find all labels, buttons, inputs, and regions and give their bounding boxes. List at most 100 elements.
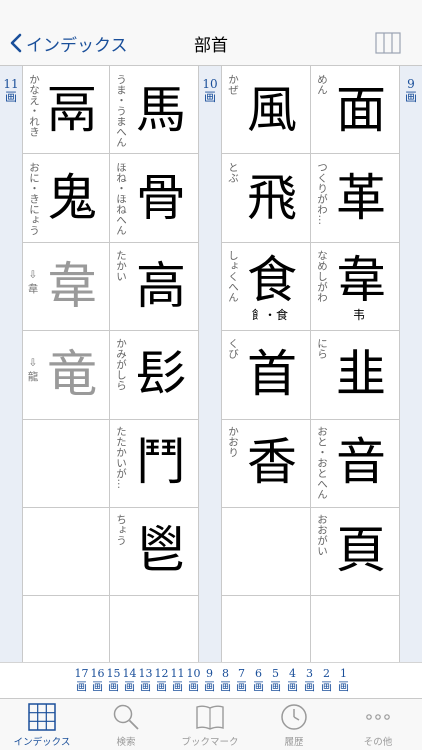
- grid-icon: [28, 703, 56, 731]
- radical-kanji: 食: [247, 251, 297, 309]
- tab-label: 検索: [116, 737, 136, 748]
- grid-line: [22, 419, 198, 420]
- stroke-index-8[interactable]: 8 画: [218, 667, 233, 693]
- tab-label: その他: [363, 737, 393, 748]
- stroke-label-10: 10 画: [202, 77, 218, 104]
- stroke-index-4[interactable]: 4 画: [285, 667, 300, 693]
- stroke-index-1[interactable]: 1 画: [336, 667, 351, 693]
- grid-line: [22, 595, 198, 596]
- radical-kanji: 頁: [336, 521, 386, 579]
- grid-line: [221, 419, 399, 420]
- radical-kanji: 飛: [247, 169, 297, 227]
- page-title: 部首: [194, 36, 228, 56]
- radical-reading: たかい: [115, 250, 127, 282]
- radical-reading: かぜ: [227, 74, 239, 95]
- nav-bar: インデックス 部首: [0, 0, 422, 66]
- radical-reading: かなえ・れき: [28, 74, 40, 137]
- radical-kanji: 高: [136, 257, 186, 315]
- stroke-index-6[interactable]: 6 画: [251, 667, 266, 693]
- radical-kanji: 髟: [136, 345, 186, 403]
- tab-label: ブックマーク: [181, 737, 239, 748]
- radical-reading: しょくへん: [227, 250, 239, 303]
- stroke-index-17[interactable]: 17 画: [74, 667, 89, 693]
- radical-reading: めん: [316, 74, 328, 95]
- stroke-label-11: 11 画: [3, 77, 19, 104]
- radical-kanji: 骨: [136, 169, 186, 227]
- radical-reading: おと・おとへん: [316, 426, 328, 500]
- tab-search[interactable]: 検索: [84, 703, 168, 749]
- redirect-ref: ⇩ 龍: [27, 357, 39, 383]
- grid-line: [198, 66, 199, 662]
- radical-kanji: 韭: [336, 345, 386, 403]
- radical-kanji: 馬: [136, 81, 186, 139]
- radical-reading: なめしがわ: [316, 250, 328, 303]
- tab-bar: インデックス 検索 ブックマーク 履歴 その他: [0, 698, 422, 750]
- radical-reading: うま・うまへん: [115, 74, 127, 148]
- stroke-stripe-11: 11 画: [0, 66, 22, 662]
- stroke-stripe-9: 9 画: [400, 66, 422, 662]
- stroke-index-2[interactable]: 2 画: [319, 667, 334, 693]
- radical-kanji: 韋: [336, 251, 386, 309]
- radical-kanji: 首: [247, 345, 297, 403]
- radical-reading: とぶ: [227, 162, 239, 183]
- stroke-index-9[interactable]: 9 画: [202, 667, 217, 693]
- radical-reading: くび: [227, 338, 239, 359]
- tab-bookmark[interactable]: ブックマーク: [168, 703, 252, 749]
- tab-history[interactable]: 履歴: [252, 703, 336, 749]
- grid-line: [399, 66, 400, 662]
- radical-reading: つくりがわ…: [316, 162, 328, 225]
- radical-kanji: 革: [336, 169, 386, 227]
- grid-line: [221, 330, 399, 331]
- radical-kanji: 竜: [47, 345, 97, 403]
- more-icon: [366, 714, 390, 720]
- stroke-index-3[interactable]: 3 画: [302, 667, 317, 693]
- grid-line: [221, 507, 399, 508]
- grid-line: [221, 242, 399, 243]
- tab-index[interactable]: インデックス: [0, 703, 84, 749]
- radical-reading: おおがい: [316, 514, 328, 556]
- stroke-index-16[interactable]: 16 画: [90, 667, 105, 693]
- radical-grid: 11 画 10 画 9 画 かなえ・れき 鬲 おに・きにょう 鬼 ⇩ 韋 韋 ⇩…: [0, 66, 422, 662]
- radical-reading: おに・きにょう: [28, 162, 40, 236]
- grid-line: [22, 153, 198, 154]
- grid-line: [109, 66, 110, 662]
- tab-more[interactable]: その他: [336, 703, 420, 749]
- radical-variant: 韦: [353, 308, 366, 322]
- stroke-index-10[interactable]: 10 画: [186, 667, 201, 693]
- radical-kanji: 鬥: [136, 433, 186, 491]
- radical-kanji: 風: [247, 81, 297, 139]
- stroke-index-5[interactable]: 5 画: [268, 667, 283, 693]
- redirect-ref: ⇩ 韋: [27, 269, 39, 295]
- radical-kanji: 面: [336, 81, 386, 139]
- stroke-index-13[interactable]: 13 画: [138, 667, 153, 693]
- stroke-index-bar: 17 画 16 画 15 画 14 画 13 画 12 画 11 画 10 画 …: [0, 662, 422, 698]
- radical-variant: 飠・食: [252, 308, 289, 322]
- radical-kanji: 鬼: [47, 169, 97, 227]
- radical-reading: かおり: [227, 426, 239, 458]
- stroke-index-11[interactable]: 11 画: [170, 667, 185, 693]
- radical-reading: にら: [316, 338, 328, 359]
- stroke-index-12[interactable]: 12 画: [154, 667, 169, 693]
- stroke-stripe-10: 10 画: [199, 66, 221, 662]
- radical-kanji: 韋: [47, 257, 97, 315]
- radical-reading: ちょう: [115, 514, 127, 546]
- stroke-label-9: 9 画: [404, 77, 417, 104]
- grid-line: [221, 595, 399, 596]
- book-icon: [196, 705, 224, 730]
- search-icon: [113, 704, 139, 730]
- stroke-index-7[interactable]: 7 画: [234, 667, 249, 693]
- radical-kanji: 鬲: [47, 81, 97, 139]
- radical-reading: かみがしら: [115, 338, 127, 391]
- grid-line: [22, 507, 198, 508]
- grid-line: [22, 242, 198, 243]
- radical-kanji: 香: [247, 433, 297, 491]
- radical-kanji: 音: [336, 433, 386, 491]
- grid-line: [221, 153, 399, 154]
- tab-label: インデックス: [13, 737, 71, 748]
- radical-reading: ほね・ほねへん: [115, 162, 127, 236]
- tab-label: 履歴: [284, 737, 304, 748]
- stroke-index-15[interactable]: 15 画: [106, 667, 121, 693]
- stroke-index-14[interactable]: 14 画: [122, 667, 137, 693]
- grid-line: [310, 66, 311, 662]
- book-view-icon[interactable]: [375, 32, 401, 54]
